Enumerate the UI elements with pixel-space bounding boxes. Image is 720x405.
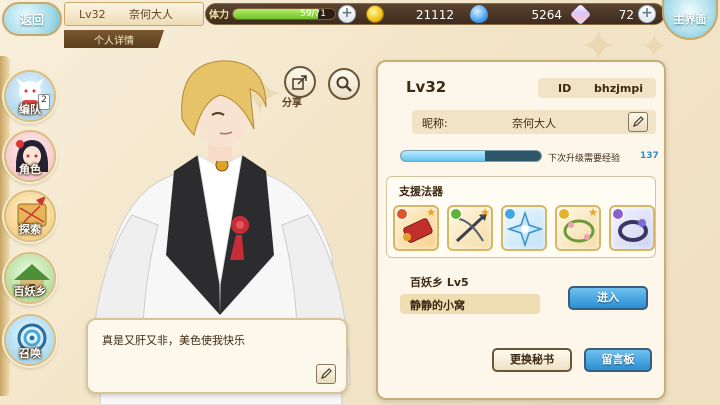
artifact-slot-ring[interactable]: [609, 205, 655, 251]
nav-item-village[interactable]: 百妖乡: [4, 252, 56, 304]
panel-level: Lv32: [406, 78, 447, 96]
village-level-label: 百妖乡 Lv5: [410, 276, 469, 289]
exp-progress-bar: [400, 150, 542, 162]
zoom-view-button[interactable]: [328, 68, 360, 100]
drops-value: 5264: [531, 8, 562, 22]
back-label: 返回: [19, 12, 44, 27]
player-info-panel: Lv32 ID bhzjmpi 昵称: 奈何大人 下次升级需要经验 137 支援…: [376, 60, 666, 400]
id-value: bhzjmpi: [594, 81, 643, 95]
nav-label: 角色: [19, 163, 41, 176]
support-title: 支援法器: [399, 185, 443, 198]
nav-label: 百妖乡: [13, 285, 47, 298]
nav-item-explore[interactable]: 探索: [4, 190, 56, 242]
tab-label: 个人详情: [94, 35, 134, 47]
nav-item-characters[interactable]: 角色: [4, 130, 56, 182]
id-label: ID: [558, 81, 572, 95]
water-drop-icon: [470, 5, 488, 23]
player-plate: Lv32 奈何大人: [64, 2, 204, 26]
player-level: Lv32: [79, 7, 106, 21]
artifact-slot-scroll[interactable]: ★: [393, 205, 439, 251]
nav-label: 编队: [19, 103, 41, 116]
magnifier-icon: [336, 76, 352, 92]
nav-item-formation[interactable]: 2 编队: [4, 70, 56, 122]
nickname-row: 昵称: 奈何大人: [412, 110, 656, 134]
message-board-button[interactable]: 留言板: [584, 348, 652, 372]
artifact-slot-ice-star[interactable]: [501, 205, 547, 251]
edit-quote-button[interactable]: [316, 364, 336, 384]
enter-label: 进入: [597, 291, 619, 304]
exp-progress-fill: [401, 151, 485, 161]
dark-element-icon: [612, 208, 624, 220]
share-label: 分享: [282, 98, 302, 109]
player-id-box: ID bhzjmpi: [538, 78, 656, 98]
player-name: 奈何大人: [129, 8, 173, 21]
wind-element-icon: [450, 208, 462, 220]
stamina-value: 59/71: [300, 9, 326, 19]
message-board-label: 留言板: [601, 353, 635, 366]
main-screen-label: 主界面: [673, 13, 707, 26]
nav-label: 探索: [19, 223, 41, 236]
gems-value: 72: [618, 8, 634, 22]
stamina-label: 体力: [209, 10, 229, 21]
nav-item-summon[interactable]: 召唤: [4, 314, 56, 366]
artifact-slot-crossbow[interactable]: ★: [447, 205, 493, 251]
exp-label: 下次升级需要经验: [548, 154, 621, 164]
enter-village-button[interactable]: 进入: [568, 286, 648, 310]
nickname-value: 奈何大人: [512, 117, 556, 130]
exp-value: 137: [640, 151, 659, 161]
artifact-slot-wreath[interactable]: ★: [555, 205, 601, 251]
back-button[interactable]: 返回: [2, 2, 62, 36]
gold-coin-icon: [366, 5, 384, 23]
edit-nickname-button[interactable]: [628, 112, 648, 132]
secretary-quote: 真是又肝又非，美色使我快乐: [102, 334, 245, 347]
village-name: 静静的小窝: [400, 294, 540, 314]
pencil-icon: [321, 368, 332, 379]
change-secretary-button[interactable]: 更换秘书: [492, 348, 572, 372]
main-screen-button[interactable]: 主界面: [662, 0, 718, 40]
nickname-label: 昵称:: [422, 117, 448, 130]
background-star: ✦: [640, 27, 669, 67]
earth-element-icon: [558, 208, 570, 220]
change-secretary-label: 更换秘书: [510, 353, 554, 366]
water-element-icon: [504, 208, 516, 220]
star-icon: ★: [480, 206, 490, 219]
share-arrow-icon: [292, 75, 307, 90]
nav-label: 召唤: [19, 347, 41, 360]
add-gems-button[interactable]: +: [638, 5, 656, 23]
tab-personal-details[interactable]: 个人详情: [64, 30, 164, 48]
secretary-quote-box: 真是又肝又非，美色使我快乐: [86, 318, 348, 394]
support-artifacts-box: 支援法器 ★ ★ ★: [386, 176, 656, 258]
pencil-icon: [633, 116, 644, 127]
star-icon: ★: [588, 206, 598, 219]
fire-element-icon: [396, 208, 408, 220]
gold-value: 21112: [415, 8, 454, 22]
add-stamina-button[interactable]: +: [338, 5, 356, 23]
star-icon: ★: [426, 206, 436, 219]
